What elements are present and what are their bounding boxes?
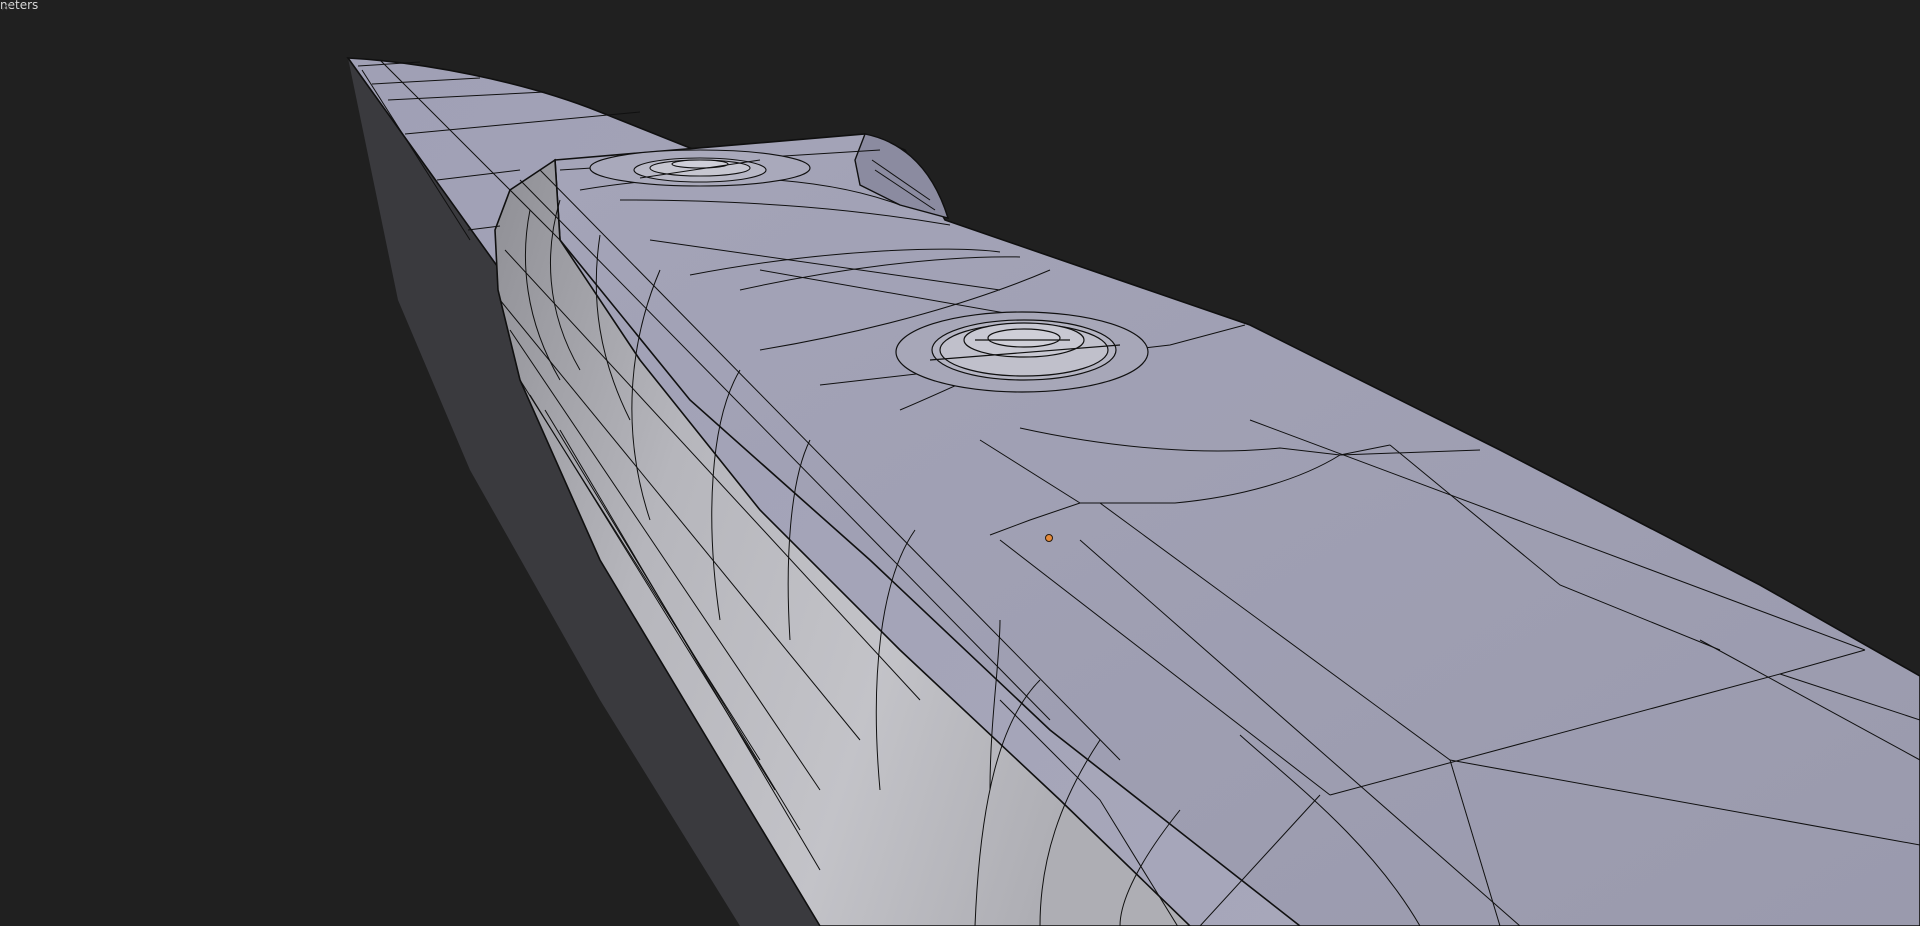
- rivet-front: [895, 311, 1149, 393]
- viewport-corner-resize-icon[interactable]: [0, 0, 12, 12]
- knife-mesh-wireframe: [346, 57, 1920, 926]
- object-origin-icon: [1045, 534, 1053, 542]
- 3d-viewport[interactable]: neters: [0, 0, 1920, 926]
- rivet-back: [589, 149, 811, 187]
